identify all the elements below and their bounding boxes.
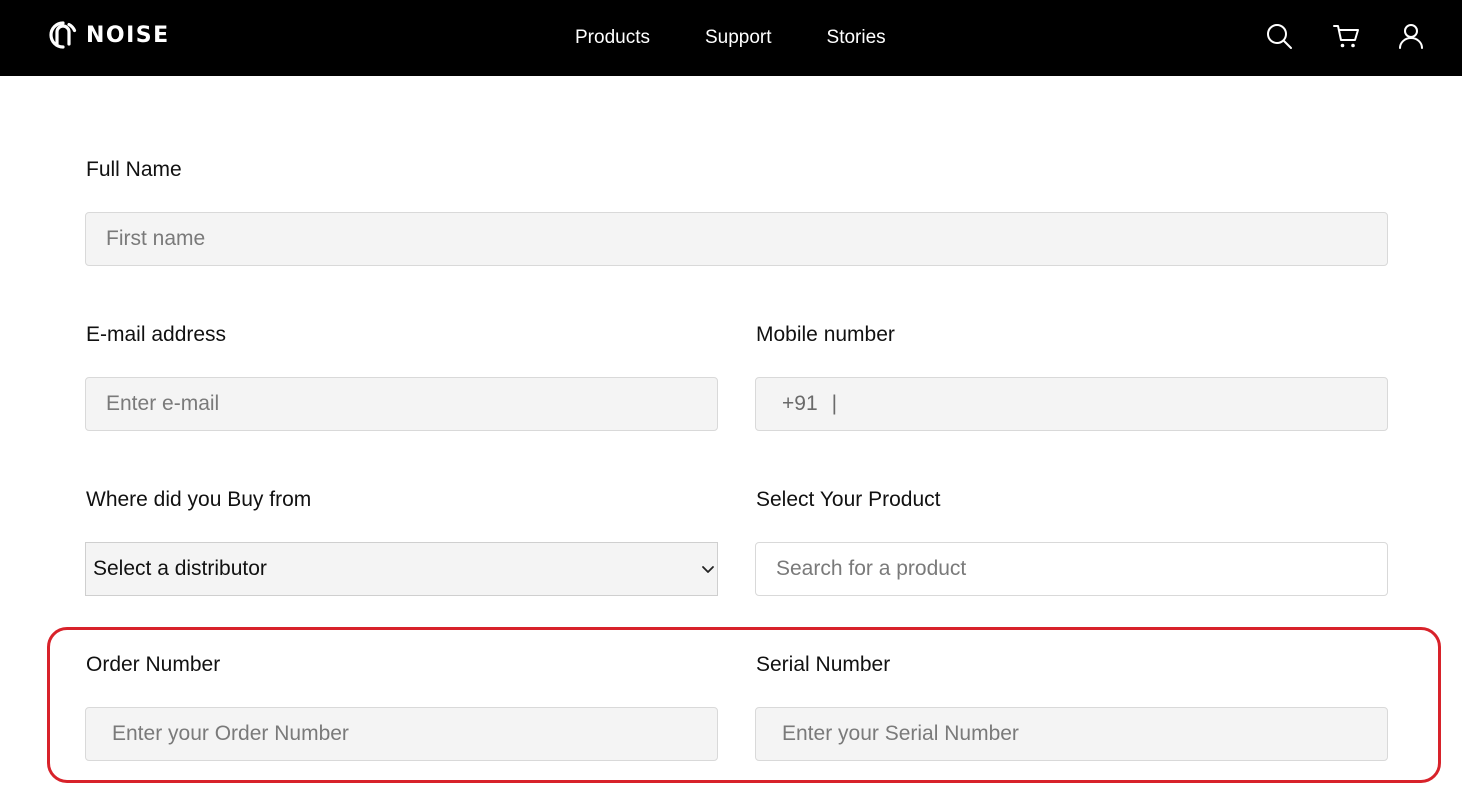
support-form: Full Name E-mail address Mobile number +… xyxy=(0,76,1462,812)
serial-number-label: Serial Number xyxy=(756,653,891,676)
mobile-field[interactable]: +91 | xyxy=(755,377,1388,431)
distributor-select[interactable]: Select a distributor xyxy=(85,542,718,596)
user-icon[interactable] xyxy=(1396,21,1426,51)
product-label: Select Your Product xyxy=(756,488,941,511)
brand-logo[interactable]: NOISE xyxy=(48,20,170,50)
serial-number-input[interactable] xyxy=(755,707,1388,761)
full-name-label: Full Name xyxy=(86,158,182,181)
full-name-input[interactable] xyxy=(85,212,1388,266)
cart-icon[interactable] xyxy=(1331,21,1361,51)
email-label: E-mail address xyxy=(86,323,227,346)
noise-logo-icon xyxy=(49,21,77,49)
mobile-input[interactable] xyxy=(837,378,1387,430)
email-input[interactable] xyxy=(85,377,718,431)
main-nav: Products Support Stories xyxy=(575,0,886,76)
distributor-selected-value: Select a distributor xyxy=(93,557,267,580)
distributor-label: Where did you Buy from xyxy=(86,488,312,511)
chevron-down-icon xyxy=(702,566,714,573)
country-code: +91 xyxy=(782,392,818,415)
top-navigation-bar: NOISE Products Support Stories xyxy=(0,0,1462,76)
nav-products[interactable]: Products xyxy=(575,27,650,49)
mobile-label: Mobile number xyxy=(756,323,895,346)
product-search-input[interactable] xyxy=(755,542,1388,596)
order-number-input[interactable] xyxy=(85,707,718,761)
brand-name: NOISE xyxy=(86,22,170,48)
nav-support[interactable]: Support xyxy=(705,27,772,49)
order-number-label: Order Number xyxy=(86,653,221,676)
search-icon[interactable] xyxy=(1264,21,1294,51)
nav-stories[interactable]: Stories xyxy=(827,27,886,49)
